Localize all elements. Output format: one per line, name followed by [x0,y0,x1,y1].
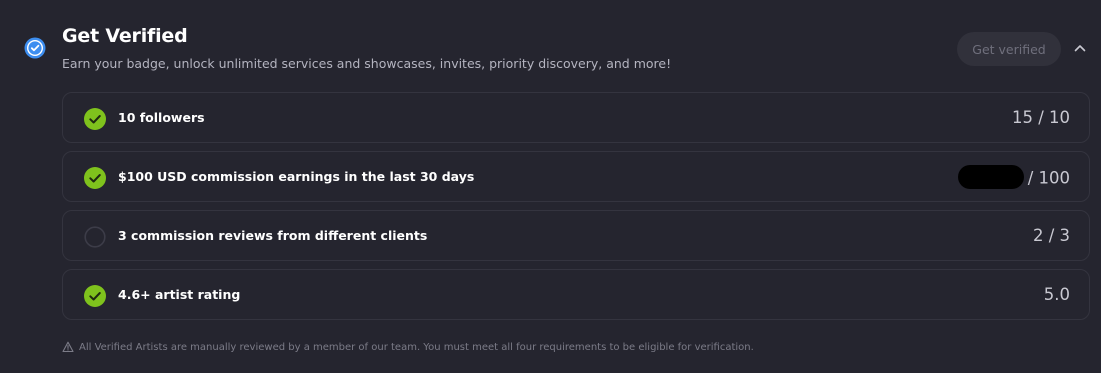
requirement-label: 10 followers [118,110,205,125]
requirement-progress: 2 / 3 [1032,226,1070,245]
verification-footnote: All Verified Artists are manually review… [62,341,754,353]
requirement-progress: 5.0 [1043,285,1070,304]
check-circle-icon [84,108,106,130]
requirement-reviews: 3 commission reviews from different clie… [62,210,1090,261]
requirement-earnings: $100 USD commission earnings in the last… [62,151,1090,202]
requirement-label: 4.6+ artist rating [118,287,241,302]
requirement-followers: 10 followers 15 / 10 [62,92,1090,143]
requirement-rating: 4.6+ artist rating 5.0 [62,269,1090,320]
chevron-up-icon [1074,45,1086,52]
page-subtitle: Earn your badge, unlock unlimited servic… [62,56,672,71]
footnote-text: All Verified Artists are manually review… [79,341,754,353]
page-title: Get Verified [62,25,188,47]
get-verified-button[interactable]: Get verified [957,32,1061,66]
check-circle-icon [84,285,106,307]
empty-circle-icon [84,226,106,248]
requirement-label: 3 commission reviews from different clie… [118,228,428,243]
redacted-value [957,165,1024,189]
requirement-progress: / 100 [957,165,1070,191]
get-verified-panel: Get Verified Earn your badge, unlock unl… [0,0,1101,373]
requirement-label: $100 USD commission earnings in the last… [118,169,475,184]
requirement-progress: 15 / 10 [1011,108,1070,127]
collapse-button[interactable] [1070,38,1090,58]
verified-badge-icon [24,37,46,59]
requirement-progress-target: / 100 [1027,168,1070,188]
warning-icon [62,341,74,353]
requirements-list: 10 followers 15 / 10 $100 USD commission… [62,92,1090,328]
check-circle-icon [84,167,106,189]
